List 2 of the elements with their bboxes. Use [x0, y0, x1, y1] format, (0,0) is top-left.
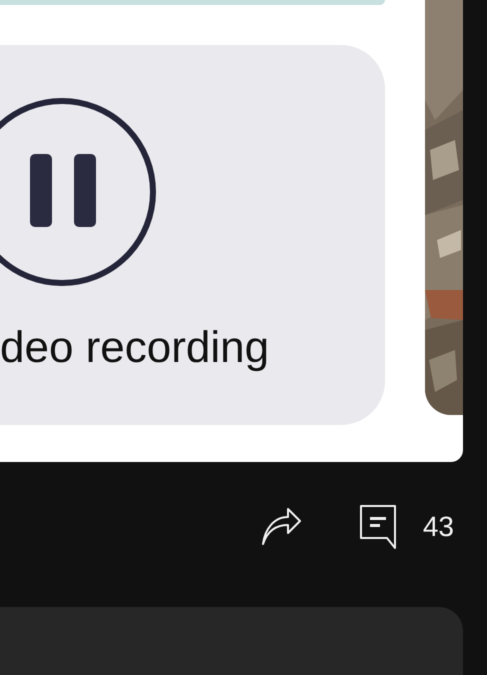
- comment-count: 43: [422, 511, 454, 543]
- recording-label: deo recording: [0, 323, 270, 373]
